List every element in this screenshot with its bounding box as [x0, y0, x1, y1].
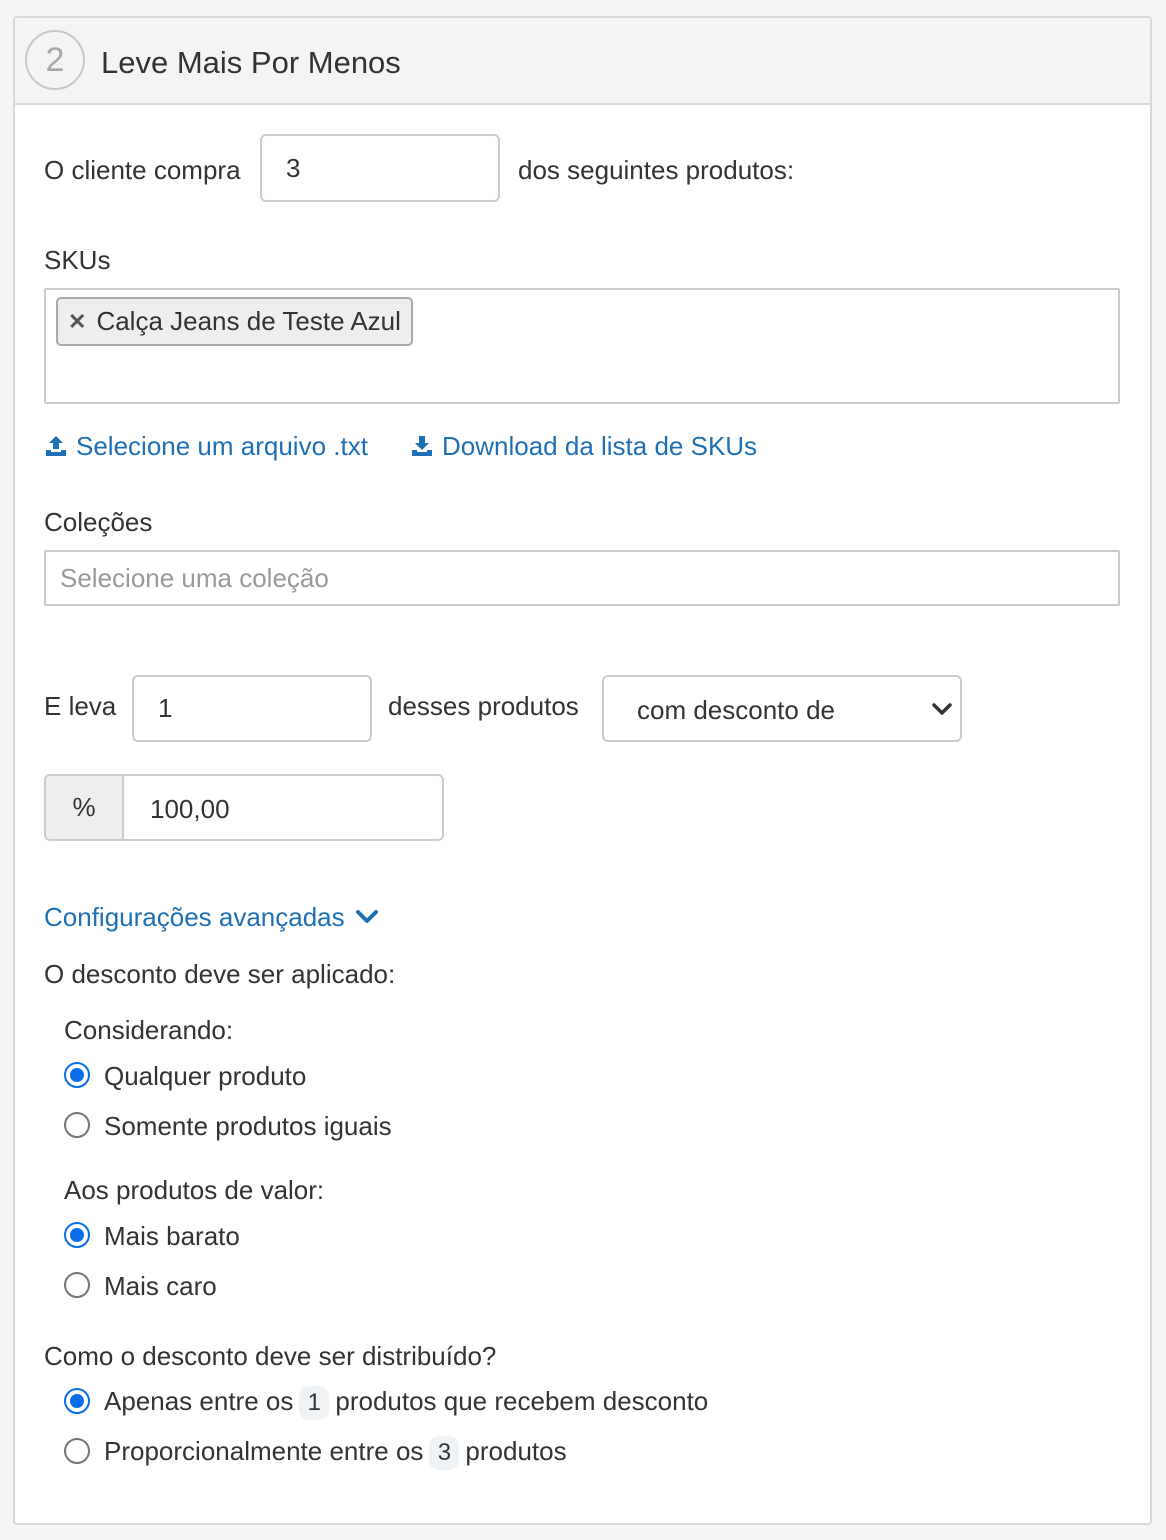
radio-any-product[interactable] — [64, 1062, 90, 1088]
step-number-badge: 2 — [25, 30, 85, 90]
collections-label: Coleções — [44, 507, 153, 537]
radio-cheapest[interactable] — [64, 1222, 90, 1248]
considering-label: Considerando: — [64, 1015, 234, 1045]
radio-same-products-label[interactable]: Somente produtos iguais — [104, 1111, 392, 1141]
radio-most-expensive[interactable] — [64, 1272, 90, 1298]
radio-proportional[interactable] — [64, 1438, 90, 1464]
radio-only-discounted-label[interactable]: Apenas entre os 1 produtos que recebem des… — [104, 1386, 709, 1421]
upload-icon — [46, 436, 66, 456]
download-icon — [412, 436, 432, 456]
count-badge: 1 — [299, 1386, 330, 1421]
sku-tag-label: Calça Jeans de Teste Azul — [96, 306, 401, 336]
advanced-settings-toggle[interactable]: Configurações avançadas — [44, 902, 379, 932]
panel-title: Leve Mais Por Menos — [101, 45, 401, 80]
percent-addon: % — [46, 776, 124, 839]
upload-file-label: Selecione um arquivo .txt — [76, 431, 368, 461]
option1-after: produtos que recebem desconto — [335, 1386, 709, 1416]
buy-quantity-input[interactable]: 3 — [260, 134, 500, 202]
discount-mode-select[interactable]: com desconto de — [602, 675, 962, 742]
buy-prefix-label: O cliente compra — [44, 155, 241, 185]
buy-quantity-value: 3 — [286, 152, 301, 183]
upload-file-link[interactable]: Selecione um arquivo .txt — [44, 431, 368, 461]
option2-after: produtos — [465, 1436, 567, 1466]
radio-most-expensive-label[interactable]: Mais caro — [104, 1271, 217, 1301]
panel-header: 2 Leve Mais Por Menos — [15, 18, 1150, 105]
radio-cheapest-label[interactable]: Mais barato — [104, 1221, 240, 1251]
advanced-settings-label: Configurações avançadas — [44, 902, 345, 932]
radio-proportional-label[interactable]: Proporcionalmente entre os 3 produtos — [104, 1436, 567, 1471]
take-quantity-value: 1 — [158, 693, 173, 723]
radio-same-products[interactable] — [64, 1112, 90, 1138]
radio-only-discounted[interactable] — [64, 1388, 90, 1414]
value-group-label: Aos produtos de valor: — [64, 1175, 325, 1205]
take-quantity-input[interactable]: 1 — [132, 675, 372, 742]
discount-value: 100,00 — [150, 794, 230, 824]
chevron-down-icon — [932, 703, 952, 715]
skus-tag-input[interactable]: ✕ Calça Jeans de Teste Azul — [44, 288, 1120, 404]
skus-label: SKUs — [44, 245, 111, 275]
radio-any-product-label[interactable]: Qualquer produto — [104, 1061, 306, 1091]
take-prefix-label: E leva — [44, 691, 117, 721]
buy-suffix-label: dos seguintes produtos: — [518, 155, 795, 185]
distribution-label: Como o desconto deve ser distribuído? — [44, 1341, 497, 1371]
download-skus-label: Download da lista de SKUs — [442, 431, 758, 461]
collections-placeholder: Selecione uma coleção — [60, 562, 329, 593]
option2-before: Proporcionalmente entre os — [104, 1436, 424, 1466]
discount-value-input-group[interactable]: % 100,00 — [44, 774, 444, 841]
applied-label: O desconto deve ser aplicado: — [44, 959, 396, 989]
discount-mode-value: com desconto de — [637, 695, 836, 725]
option1-before: Apenas entre os — [104, 1386, 294, 1416]
chevron-down-icon — [355, 910, 378, 923]
count-badge: 3 — [429, 1436, 460, 1471]
take-middle-label: desses produtos — [388, 691, 579, 721]
collections-input[interactable]: Selecione uma coleção — [44, 550, 1120, 606]
sku-tag[interactable]: ✕ Calça Jeans de Teste Azul — [56, 297, 413, 346]
remove-tag-icon[interactable]: ✕ — [68, 309, 86, 335]
download-skus-link[interactable]: Download da lista de SKUs — [410, 431, 757, 461]
